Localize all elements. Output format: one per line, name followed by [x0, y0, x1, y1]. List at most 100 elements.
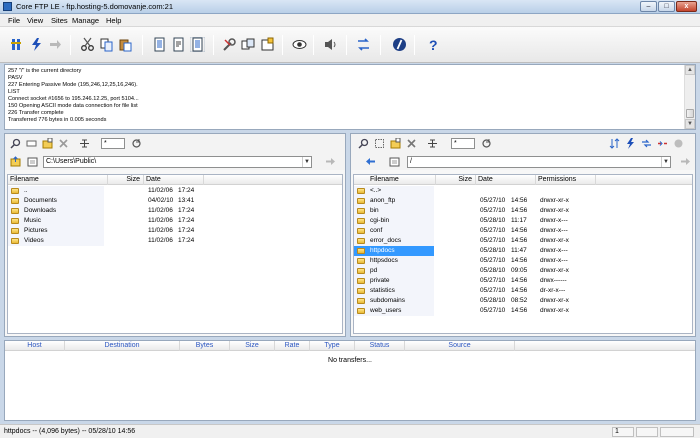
local-file-row[interactable]: Documents 04/02/10 13:41	[8, 196, 342, 206]
sound-icon[interactable]	[323, 37, 338, 52]
sync-icon[interactable]	[356, 37, 371, 52]
col-size[interactable]: Size	[230, 341, 275, 351]
col-size[interactable]: Size	[108, 175, 144, 185]
local-refresh-icon[interactable]	[131, 138, 142, 149]
remote-transfer-icon[interactable]	[657, 138, 668, 149]
remote-file-row[interactable]: error_docs 05/27/10 14:56 drwxr-xr-x	[354, 236, 692, 246]
local-new-folder-icon[interactable]	[42, 137, 53, 149]
local-filter-icon[interactable]	[79, 138, 90, 149]
scroll-down-icon[interactable]: ▼	[685, 119, 695, 129]
remote-upload-icon[interactable]	[641, 138, 652, 149]
chevron-down-icon[interactable]: ▼	[302, 157, 311, 167]
cut-icon[interactable]	[80, 37, 95, 52]
local-rename-icon[interactable]	[26, 138, 37, 149]
remote-file-row[interactable]: <..>	[354, 186, 692, 196]
local-home-icon[interactable]	[27, 156, 38, 167]
app-icon	[3, 2, 12, 11]
log-scrollbar[interactable]: ▲ ▼	[684, 65, 695, 129]
remote-file-row[interactable]: conf 05/27/10 14:56 drwxr-x---	[354, 226, 692, 236]
remote-file-row[interactable]: cgi-bin 05/28/10 11:17 drwxr-x---	[354, 216, 692, 226]
file-date: 11/02/06	[148, 237, 173, 244]
remote-status-icon[interactable]	[673, 138, 684, 149]
quick-connect-icon[interactable]	[29, 37, 44, 52]
menu-file[interactable]: File	[8, 16, 20, 25]
col-size[interactable]: Size	[436, 175, 476, 185]
col-source[interactable]: Source	[405, 341, 515, 351]
remote-file-row[interactable]: pd 05/28/10 09:05 drwxr-xr-x	[354, 266, 692, 276]
remote-file-row[interactable]: private 05/27/10 14:56 drwx------	[354, 276, 692, 286]
col-date[interactable]: Date	[476, 175, 536, 185]
local-up-folder-icon[interactable]	[10, 156, 21, 167]
remote-search-icon[interactable]	[358, 138, 369, 149]
remote-file-row[interactable]: statistics 05/27/10 14:56 dr-xr-x---	[354, 286, 692, 296]
remote-new-folder-icon[interactable]	[390, 137, 401, 149]
remote-filter-input[interactable]: *	[451, 138, 475, 149]
local-file-row[interactable]: Pictures 11/02/06 17:24	[8, 226, 342, 236]
log-line: 227 Entering Passive Mode (195,246,12,25…	[8, 82, 138, 88]
view-icon[interactable]	[292, 37, 307, 52]
log-line: 226 Transfer complete	[8, 110, 64, 116]
menu-help[interactable]: Help	[106, 16, 121, 25]
col-permissions[interactable]: Permissions	[536, 175, 596, 185]
remote-filter-icon[interactable]	[427, 138, 438, 149]
minimize-button[interactable]: –	[640, 1, 657, 12]
scroll-thumb[interactable]	[686, 109, 694, 118]
paste-icon[interactable]	[118, 37, 133, 52]
remote-refresh-icon[interactable]	[481, 138, 492, 149]
transfer-icon[interactable]	[260, 37, 275, 52]
properties-icon[interactable]	[189, 36, 206, 53]
col-destination[interactable]: Destination	[65, 341, 180, 351]
edit-file-icon[interactable]	[171, 37, 186, 52]
remote-file-row[interactable]: anon_ftp 05/27/10 14:56 drwxr-xr-x	[354, 196, 692, 206]
remote-delete-icon[interactable]	[406, 138, 417, 149]
remote-file-row[interactable]: web_users 05/27/10 14:56 drwxr-xr-x	[354, 306, 692, 316]
local-delete-icon[interactable]	[58, 138, 69, 149]
file-name: <..>	[370, 187, 382, 194]
local-file-row[interactable]: Downloads 11/02/06 17:24	[8, 206, 342, 216]
site-manager-icon[interactable]	[241, 37, 256, 52]
chevron-down-icon[interactable]: ▼	[661, 157, 670, 167]
local-filter-input[interactable]: *	[101, 138, 125, 149]
settings-icon[interactable]	[222, 37, 237, 52]
folder-icon	[357, 238, 365, 244]
local-file-row[interactable]: Music 11/02/06 17:24	[8, 216, 342, 226]
remote-file-row[interactable]: bin 05/27/10 14:56 drwxr-xr-x	[354, 206, 692, 216]
close-button[interactable]: x	[676, 1, 697, 12]
maximize-button[interactable]: □	[658, 1, 675, 12]
col-filename[interactable]: Filename	[8, 175, 108, 185]
col-filename[interactable]: Filename	[354, 175, 436, 185]
remote-home-icon[interactable]	[389, 156, 400, 167]
local-go-arrow-icon[interactable]	[325, 156, 336, 167]
view-file-icon[interactable]	[152, 37, 167, 52]
remote-path-input[interactable]: / ▼	[407, 156, 671, 168]
remote-file-row[interactable]: httpsdocs 05/27/10 14:56 drwxr-x---	[354, 256, 692, 266]
col-host[interactable]: Host	[5, 341, 65, 351]
remote-quick-connect-icon[interactable]	[625, 138, 636, 149]
col-type[interactable]: Type	[310, 341, 355, 351]
remote-go-arrow-icon[interactable]	[680, 156, 691, 167]
connect-icon[interactable]	[10, 37, 25, 52]
remote-sort-icon[interactable]	[609, 138, 620, 149]
copy-icon[interactable]	[99, 37, 114, 52]
col-rate[interactable]: Rate	[275, 341, 310, 351]
remote-select-icon[interactable]	[374, 138, 385, 149]
col-date[interactable]: Date	[144, 175, 204, 185]
col-bytes[interactable]: Bytes	[180, 341, 230, 351]
local-file-row[interactable]: Videos 11/02/06 17:24	[8, 236, 342, 246]
scroll-up-icon[interactable]: ▲	[685, 65, 695, 75]
file-date: 05/27/10	[480, 227, 506, 234]
local-file-row[interactable]: .. 11/02/06 17:24	[8, 186, 342, 196]
edit-icon[interactable]	[392, 37, 407, 52]
remote-file-row[interactable]: httpdocs 05/28/10 11:47 drwxr-x---	[354, 246, 692, 256]
local-path-input[interactable]: C:\Users\Public\ ▼	[43, 156, 312, 168]
remote-path-row: / ▼	[351, 153, 695, 170]
local-search-icon[interactable]	[10, 138, 21, 149]
remote-file-row[interactable]: subdomains 05/28/10 08:52 drwxr-xr-x	[354, 296, 692, 306]
disconnect-icon[interactable]	[48, 37, 63, 52]
menu-sites[interactable]: Sites	[51, 16, 68, 25]
menu-view[interactable]: View	[27, 16, 43, 25]
menu-manage[interactable]: Manage	[72, 16, 99, 25]
col-status[interactable]: Status	[355, 341, 405, 351]
help-icon[interactable]: ?	[426, 37, 441, 53]
remote-back-arrow-icon[interactable]	[365, 156, 376, 167]
